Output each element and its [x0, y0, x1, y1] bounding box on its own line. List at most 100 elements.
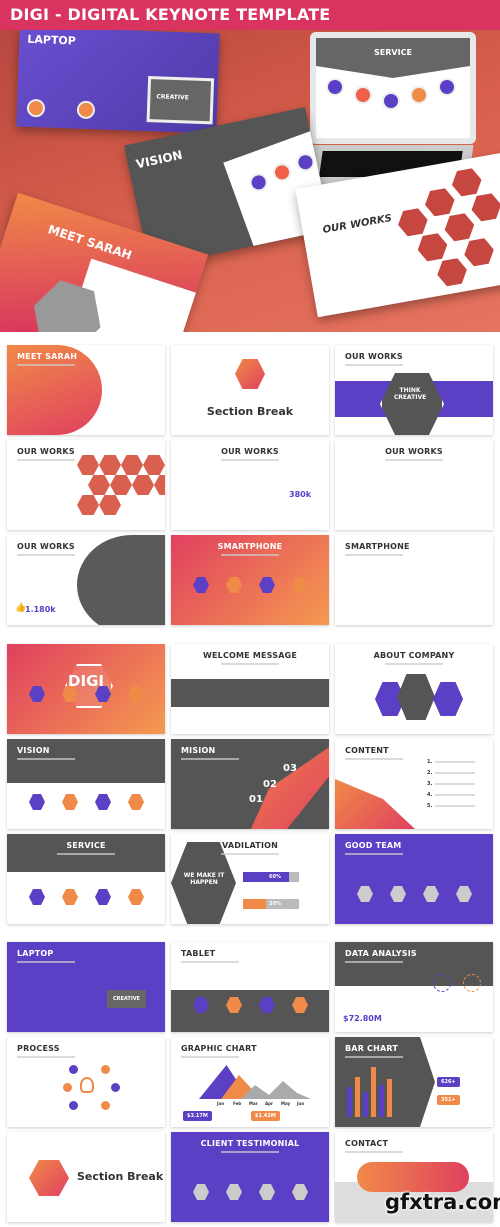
team-or-service-icon	[357, 886, 373, 902]
text-placeholder	[221, 554, 279, 556]
slide-thumbnail: BAR CHART 626+ 351+	[335, 1037, 493, 1127]
slide-thumbnail: OUR WORKS THINK CREATIVE	[335, 345, 493, 435]
slide-thumbnail: ABOUT COMPANY	[335, 644, 493, 734]
text-placeholder	[385, 459, 443, 461]
text-placeholder	[345, 554, 403, 556]
progress-label: 20%	[269, 901, 281, 907]
team-or-service-icon	[259, 577, 275, 593]
slide-highlight-text: CREATIVE	[107, 990, 146, 1008]
team-or-service-icon	[423, 886, 439, 902]
process-step-icon	[111, 1083, 120, 1092]
slide-title: GOOD TEAM	[345, 841, 402, 850]
thumbs-up-icon: 👍	[15, 603, 27, 613]
slide-highlight-text: 1.180k	[25, 605, 56, 614]
mockup-laptop-slide: LAPTOP CREATIVE	[16, 30, 220, 134]
slide-highlight-text: WE MAKE IT HAPPEN	[183, 872, 225, 886]
slide-thumbnail: MEET SARAH	[7, 345, 165, 435]
text-placeholder	[17, 364, 75, 366]
mission-step-number: 02	[263, 779, 277, 790]
slide-title: MEET SARAH	[17, 352, 78, 361]
process-step-icon	[101, 1101, 110, 1110]
slide-thumbnail: LAPTOP CREATIVE	[7, 942, 165, 1032]
mockup-title: MEET SARAH	[46, 222, 134, 263]
watermark: gfxtra.com	[385, 1190, 500, 1214]
content-list-number: 3.	[427, 781, 433, 787]
laptop-mockup: SERVICE	[310, 32, 476, 144]
slide-thumbnail: TABLET	[171, 942, 329, 1032]
slide-title: SERVICE	[66, 841, 106, 850]
work-hexagon	[154, 475, 165, 495]
slide-title: LAPTOP	[17, 949, 54, 958]
text-placeholder	[57, 853, 115, 855]
team-or-service-icon	[226, 1184, 242, 1200]
slide-highlight-text: 380k	[289, 490, 312, 499]
title-banner: DIGI - DIGITAL KEYNOTE TEMPLATE	[0, 0, 500, 30]
team-or-service-icon	[390, 886, 406, 902]
mockup-laptop-screen: CREATIVE	[146, 76, 215, 125]
slide-title: PROCESS	[17, 1044, 60, 1053]
slide-title: OUR WORKS	[17, 447, 75, 456]
team-or-service-icon	[456, 886, 472, 902]
slide-thumbnail: OUR WORKS	[335, 440, 493, 530]
bar-chart-bar	[355, 1077, 360, 1117]
slide-thumbnail: SMARTPHONE	[335, 535, 493, 625]
slide-title: VISION	[17, 746, 50, 755]
progress-bar-track: 60%	[243, 872, 299, 882]
mockup-title: SERVICE	[374, 48, 412, 57]
team-or-service-icon	[95, 889, 111, 905]
slide-title: ABOUT COMPANY	[373, 651, 455, 660]
text-placeholder	[17, 1056, 75, 1058]
content-list-number: 5.	[427, 803, 433, 809]
mission-step-number: 03	[283, 763, 297, 774]
progress-bar-fill	[243, 872, 289, 882]
text-placeholder	[221, 663, 279, 665]
team-or-service-icon	[128, 889, 144, 905]
chart-x-tick-label: Mar	[249, 1101, 258, 1106]
team-or-service-icon	[226, 577, 242, 593]
about-hexagon	[433, 682, 463, 716]
slide-thumbnail: PROCESS	[7, 1037, 165, 1127]
bar-chart-bar	[347, 1087, 352, 1117]
team-or-service-icon	[128, 794, 144, 810]
mockup-icon	[76, 100, 96, 120]
slide-title: OUR WORKS	[345, 352, 403, 361]
slide-title: WELCOME MESSAGE	[202, 651, 298, 660]
slide-dark-photo	[171, 990, 329, 1032]
slide-title: CONTACT	[345, 1139, 389, 1148]
text-placeholder	[435, 805, 475, 807]
gauge-value: 20%	[463, 974, 481, 992]
chart-x-tick-label: Jun	[297, 1101, 305, 1106]
bar-chart-bar	[387, 1079, 392, 1117]
slide-orange-shape	[335, 779, 415, 829]
text-placeholder	[345, 853, 403, 855]
slide-dark-photo	[171, 679, 329, 707]
slide-thumbnail: DIGI	[7, 644, 165, 734]
progress-label: 60%	[269, 874, 281, 880]
slide-highlight-text: THINK CREATIVE	[393, 387, 427, 401]
text-placeholder	[435, 783, 475, 785]
slide-title: BAR CHART	[345, 1044, 399, 1053]
chart-x-tick-label: Jan	[217, 1101, 225, 1106]
clock-hexagon-icon	[29, 1160, 69, 1196]
chart-x-tick-label: May	[281, 1101, 291, 1106]
slide-thumbnail: OUR WORKS 380k	[171, 440, 329, 530]
text-placeholder	[385, 663, 443, 665]
slide-title: OUR WORKS	[385, 447, 443, 456]
chart-mountain-grey	[241, 1081, 311, 1099]
slide-title: CLIENT TESTIMONIAL	[200, 1139, 300, 1148]
slide-thumbnail: SMARTPHONE	[171, 535, 329, 625]
slide-title: TABLET	[181, 949, 216, 958]
text-placeholder	[17, 554, 75, 556]
work-hexagon	[110, 475, 132, 495]
team-or-service-icon	[193, 577, 209, 593]
team-or-service-icon	[95, 794, 111, 810]
slide-title: CONTENT	[345, 746, 389, 755]
team-or-service-icon	[193, 1184, 209, 1200]
slide-title: SMARTPHONE	[345, 542, 410, 551]
text-placeholder	[345, 961, 403, 963]
text-placeholder	[17, 459, 75, 461]
mockup-title: LAPTOP	[27, 32, 77, 48]
work-hexagon	[132, 475, 154, 495]
text-placeholder	[17, 758, 75, 760]
text-placeholder	[345, 1056, 403, 1058]
